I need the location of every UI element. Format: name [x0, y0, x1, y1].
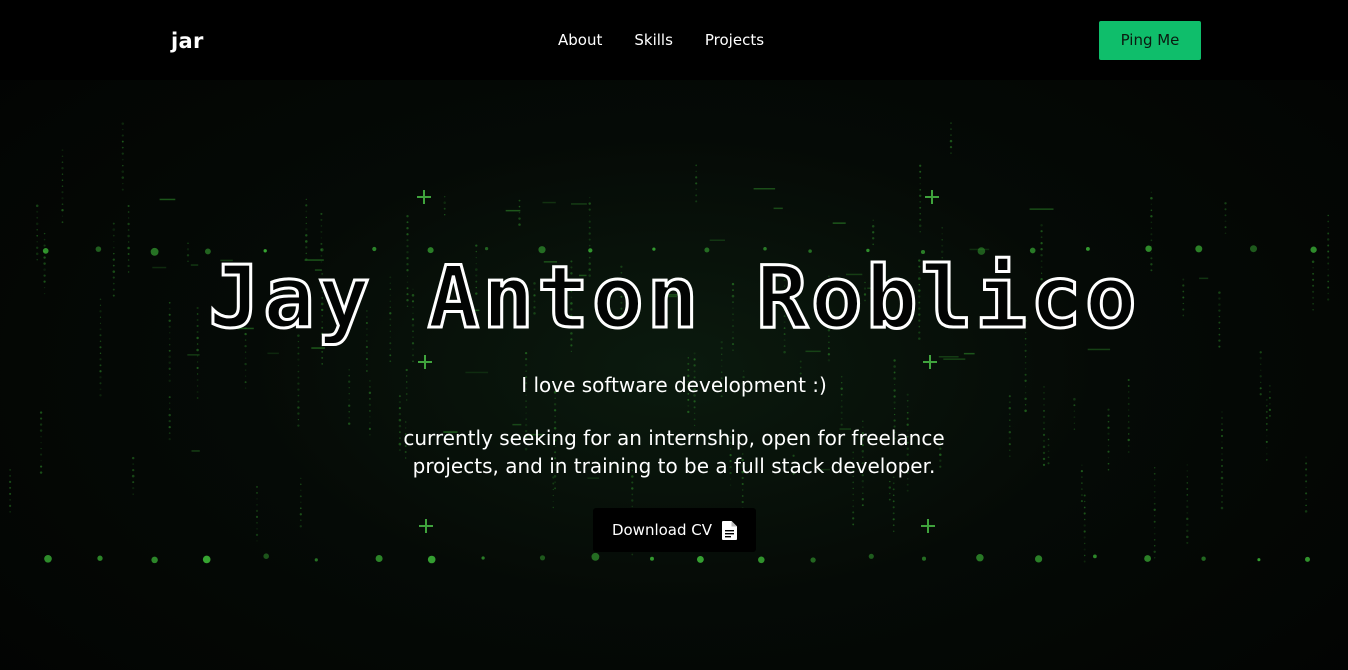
nav-link-projects[interactable]: Projects	[705, 30, 764, 50]
brand-logo[interactable]: jar	[171, 27, 204, 55]
nav-link-about[interactable]: About	[558, 30, 602, 50]
file-document-icon	[722, 520, 738, 540]
download-cv-button[interactable]: Download CV	[593, 508, 756, 552]
download-cv-label: Download CV	[611, 521, 713, 539]
hero-title: Jay Anton Roblico	[207, 247, 1140, 350]
nav-links: About Skills Projects	[558, 30, 796, 50]
ping-me-button[interactable]: Ping Me	[1099, 21, 1201, 60]
hero-subtitle: I love software development :)	[521, 373, 827, 397]
hero-section: Jay Anton Roblico I love software develo…	[0, 80, 1348, 670]
page: jar About Skills Projects Ping Me Jay An…	[0, 0, 1348, 670]
hero-description: currently seeking for an internship, ope…	[403, 426, 945, 478]
navbar: jar About Skills Projects Ping Me	[0, 0, 1348, 80]
nav-link-skills[interactable]: Skills	[634, 30, 673, 50]
